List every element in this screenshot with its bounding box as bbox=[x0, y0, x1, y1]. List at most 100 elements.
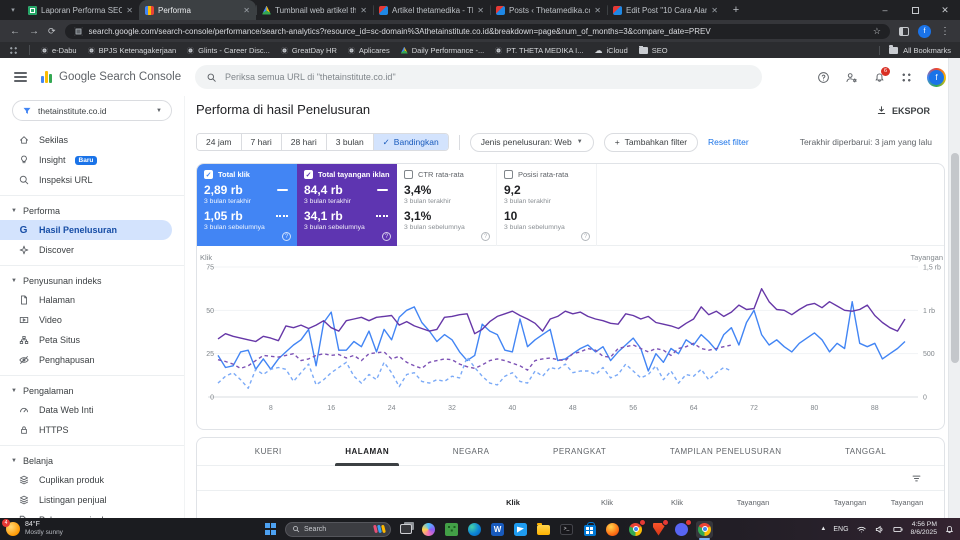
taskbar-chrome-active-icon[interactable] bbox=[696, 520, 713, 540]
bookmark-item[interactable]: Daily Performance -... bbox=[400, 46, 484, 55]
bookmark-item[interactable]: GreatDay HR bbox=[280, 46, 337, 55]
side-panel-icon[interactable] bbox=[899, 26, 909, 36]
bookmark-item[interactable]: Glints - Career Disc... bbox=[187, 46, 270, 55]
property-selector[interactable]: thetainstitute.co.id ▼ bbox=[12, 100, 172, 121]
export-button[interactable]: EKSPOR bbox=[876, 105, 930, 116]
tray-overflow-icon[interactable]: ▲ bbox=[820, 526, 826, 532]
tab-tanggal[interactable]: TANGGAL bbox=[845, 438, 886, 466]
sidebar-section-performa[interactable]: ▼ Performa bbox=[0, 201, 184, 220]
taskbar-discord-icon[interactable] bbox=[673, 518, 692, 538]
sidebar-item-data-web-inti[interactable]: Data Web Inti bbox=[0, 400, 184, 420]
column-header[interactable]: Klik bbox=[601, 498, 613, 507]
forward-button[interactable]: → bbox=[29, 26, 39, 37]
bookmark-item[interactable]: Aplicares bbox=[347, 46, 390, 55]
wifi-icon[interactable] bbox=[856, 524, 867, 535]
page-scrollbar[interactable] bbox=[948, 58, 960, 518]
browser-menu-icon[interactable]: ⋮ bbox=[940, 26, 950, 37]
tab-negara[interactable]: NEGARA bbox=[453, 438, 490, 466]
new-tab-button[interactable]: + bbox=[728, 2, 744, 18]
metric-card-total-klik[interactable]: ✓ Total klik 2,89 rb 3 bulan terakhir 1,05 r… bbox=[197, 164, 297, 246]
range-24-jam[interactable]: 24 jam bbox=[197, 134, 242, 150]
checkbox[interactable] bbox=[504, 170, 513, 179]
maximize-button[interactable] bbox=[900, 0, 930, 20]
sidebar-section-pengalaman[interactable]: ▼ Pengalaman bbox=[0, 381, 184, 400]
metric-card-total-tayangan-iklan[interactable]: ✓ Total tayangan iklan 84,4 rb 3 bulan tera… bbox=[297, 164, 397, 246]
sidebar-item-cuplikan-produk[interactable]: Cuplikan produk bbox=[0, 470, 184, 490]
user-settings-icon[interactable] bbox=[845, 71, 858, 84]
bookmark-item[interactable]: PT. THETA MEDIKA I... bbox=[495, 46, 584, 55]
notifications-bell[interactable]: 6 bbox=[873, 66, 890, 84]
battery-icon[interactable] bbox=[892, 524, 904, 535]
tab-close-icon[interactable]: ✕ bbox=[360, 6, 367, 15]
tab-close-icon[interactable]: ✕ bbox=[477, 6, 484, 15]
column-header[interactable]: Klik bbox=[506, 498, 520, 507]
taskbar-terminal-icon[interactable]: >_ bbox=[558, 521, 575, 538]
bookmark-item[interactable]: SEO bbox=[638, 45, 668, 55]
site-info-icon[interactable] bbox=[73, 26, 83, 36]
taskbar-firefox-icon[interactable] bbox=[604, 521, 621, 538]
bookmark-star-icon[interactable]: ☆ bbox=[873, 26, 881, 37]
bookmark-item[interactable]: e-Dabu bbox=[41, 46, 77, 55]
language-indicator[interactable]: ENG bbox=[833, 526, 848, 533]
help-icon[interactable]: ? bbox=[581, 232, 590, 241]
checkbox[interactable] bbox=[404, 170, 413, 179]
all-bookmarks[interactable]: All Bookmarks bbox=[879, 44, 951, 55]
reload-button[interactable]: ⟳ bbox=[48, 26, 56, 37]
taskbar-minecraft-icon[interactable] bbox=[443, 521, 460, 538]
tab-close-icon[interactable]: ✕ bbox=[243, 6, 250, 15]
help-icon[interactable]: ? bbox=[282, 232, 291, 241]
url-inspect-search[interactable] bbox=[195, 65, 762, 89]
metric-card-posisi-rata-rata[interactable]: Posisi rata-rata 9,2 3 bulan terakhir 10 3 b… bbox=[497, 164, 597, 246]
sidebar-item-https[interactable]: HTTPS bbox=[0, 420, 184, 440]
reset-filter-link[interactable]: Reset filter bbox=[708, 137, 749, 147]
browser-tab[interactable]: Performa ✕ bbox=[139, 0, 256, 20]
add-filter-button[interactable]: + Tambahkan filter bbox=[603, 132, 699, 152]
browser-tab[interactable]: Tumbnail web artikel thetamed✕ bbox=[256, 0, 373, 20]
taskbar-taskview-icon[interactable] bbox=[397, 521, 414, 538]
range-3-bulan[interactable]: 3 bulan bbox=[326, 134, 374, 150]
help-icon[interactable] bbox=[817, 71, 830, 84]
scrollbar-thumb[interactable] bbox=[951, 153, 959, 363]
sidebar-item-peta-situs[interactable]: Peta Situs bbox=[0, 330, 184, 350]
sidebar-item-inspeksi-url[interactable]: Inspeksi URL bbox=[0, 170, 184, 190]
tab-halaman[interactable]: HALAMAN bbox=[335, 438, 400, 466]
taskbar-store-icon[interactable] bbox=[581, 521, 598, 538]
range-bandingkan[interactable]: ✓ Bandingkan bbox=[373, 134, 448, 150]
sidebar-item-peluang-penjual[interactable]: Peluang penjual bbox=[0, 510, 184, 518]
column-header[interactable]: Tayangan bbox=[737, 498, 770, 507]
tab-perangkat[interactable]: PERANGKAT bbox=[553, 438, 606, 466]
clock[interactable]: 4:56 PM 8/6/2025 bbox=[911, 521, 937, 537]
bookmark-item[interactable]: ☁ iCloud bbox=[595, 46, 628, 55]
column-header[interactable]: Tayangan bbox=[834, 498, 867, 507]
google-apps-grid-icon[interactable] bbox=[901, 71, 912, 83]
range-7-hari[interactable]: 7 hari bbox=[241, 134, 282, 150]
sidebar-section-belanja[interactable]: ▼ Belanja bbox=[0, 451, 184, 470]
performance-chart[interactable]: Klik Tayangan 75 50 25 0 1,5 rb 1 rb 500 0 8 16 24 32… bbox=[197, 252, 945, 420]
taskbar-edge-icon[interactable] bbox=[466, 521, 483, 538]
browser-tab[interactable]: Artikel thetamedika - Thetame ✕ bbox=[373, 0, 490, 20]
range-28-hari[interactable]: 28 hari bbox=[281, 134, 327, 150]
sidebar-item-sekilas[interactable]: Sekilas bbox=[0, 130, 184, 150]
sidebar-item-halaman[interactable]: Halaman bbox=[0, 290, 184, 310]
sidebar-item-video[interactable]: Video bbox=[0, 310, 184, 330]
address-bar[interactable]: search.google.com/search-console/perform… bbox=[64, 23, 890, 39]
tab-search-button[interactable]: ▾ bbox=[4, 2, 22, 18]
filter-funnel-icon[interactable] bbox=[911, 473, 922, 484]
bookmark-item[interactable]: BPJS Ketenagakerjaan bbox=[87, 46, 176, 55]
column-header[interactable]: Klik bbox=[671, 498, 683, 507]
column-header[interactable]: Tayangan bbox=[891, 498, 924, 507]
sidebar-section-penyusunan-indeks[interactable]: ▼ Penyusunan indeks bbox=[0, 271, 184, 290]
taskbar-start-icon[interactable] bbox=[262, 521, 279, 538]
notification-center-icon[interactable] bbox=[944, 524, 955, 535]
taskbar-folder-icon[interactable] bbox=[535, 521, 552, 538]
sidebar-item-penghapusan[interactable]: Penghapusan bbox=[0, 350, 184, 370]
apps-shortcut-icon[interactable] bbox=[9, 45, 18, 55]
taskbar-vscode-icon[interactable] bbox=[512, 521, 529, 538]
sidebar-item-hasil-penelusuran[interactable]: G Hasil Penelusuran bbox=[0, 220, 172, 240]
sidebar-item-insight[interactable]: Insight Baru bbox=[0, 150, 184, 170]
taskbar-copilot-icon[interactable] bbox=[420, 521, 437, 538]
url-inspect-input[interactable] bbox=[225, 72, 751, 82]
taskbar-chrome-icon[interactable] bbox=[627, 518, 646, 538]
metric-card-ctr-rata-rata[interactable]: CTR rata-rata 3,4% 3 bulan terakhir 3,1% 3 b… bbox=[397, 164, 497, 246]
checkbox[interactable]: ✓ bbox=[304, 170, 313, 179]
